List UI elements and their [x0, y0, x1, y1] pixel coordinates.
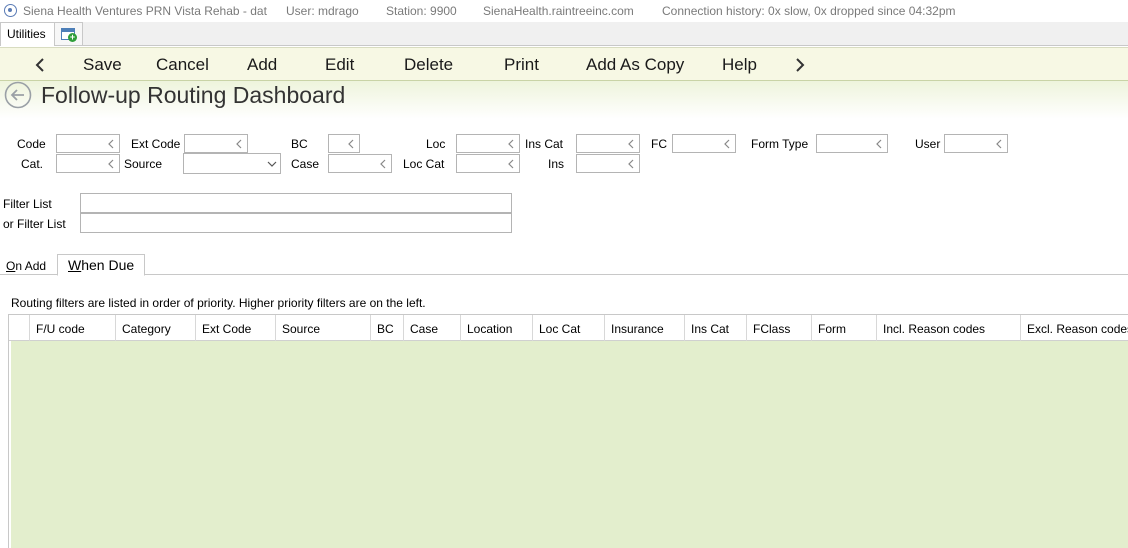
filter-list-label: Filter List: [3, 197, 52, 211]
chevron-left-icon: [626, 158, 636, 170]
cancel-button[interactable]: Cancel: [156, 55, 209, 75]
tab-when-due-label: hen Due: [81, 257, 135, 273]
or-filter-list-field[interactable]: [80, 213, 512, 233]
column-header-loc-cat[interactable]: Loc Cat: [532, 315, 604, 341]
tab-when-due[interactable]: When Due: [57, 254, 145, 276]
plus-icon: +: [68, 32, 77, 42]
column-header-fu-code[interactable]: F/U code: [29, 315, 115, 341]
print-button[interactable]: Print: [504, 55, 539, 75]
loc-cat-field[interactable]: [456, 154, 520, 173]
tab-on-add[interactable]: On Add: [0, 256, 52, 276]
column-header-location[interactable]: Location: [460, 315, 532, 341]
save-button[interactable]: Save: [83, 55, 122, 75]
loc-cat-label: Loc Cat: [403, 157, 445, 171]
page-header: Follow-up Routing Dashboard: [0, 81, 1128, 119]
column-header-ext-code[interactable]: Ext Code: [195, 315, 275, 341]
tab-on-add-mnemonic: O: [6, 259, 16, 273]
app-icon: [4, 4, 17, 17]
loc-label: Loc: [426, 137, 446, 151]
column-header-excl-reason-codes[interactable]: Excl. Reason codes: [1020, 315, 1128, 341]
bc-field[interactable]: [328, 134, 360, 153]
chevron-left-icon: [106, 158, 116, 170]
ins-cat-field[interactable]: [576, 134, 640, 153]
loc-field[interactable]: [456, 134, 520, 153]
grid-body[interactable]: [11, 341, 1128, 548]
or-filter-list-label: or Filter List: [3, 217, 66, 231]
code-label: Code: [17, 137, 46, 151]
ins-field[interactable]: [576, 154, 640, 173]
column-header-case[interactable]: Case: [403, 315, 460, 341]
edit-button[interactable]: Edit: [325, 55, 354, 75]
title-bar: Siena Health Ventures PRN Vista Rehab - …: [0, 0, 1128, 22]
tab-on-add-label: n Add: [15, 259, 47, 273]
tab-utilities[interactable]: Utilities: [0, 22, 55, 46]
form-type-field[interactable]: [816, 134, 888, 153]
user-info: User: mdrago: [286, 4, 359, 18]
tab-when-due-mnemonic: W: [68, 257, 82, 273]
priority-hint: Routing filters are listed in order of p…: [11, 296, 426, 310]
ext-code-field[interactable]: [184, 134, 248, 153]
chevron-left-icon: [506, 138, 516, 150]
user-label: User: [915, 137, 941, 151]
chevron-right-icon[interactable]: [792, 57, 808, 73]
station-info: Station: 9900: [386, 4, 457, 18]
column-header-bc[interactable]: BC: [370, 315, 403, 341]
case-label: Case: [291, 157, 320, 171]
grid-header: F/U code Category Ext Code Source BC Cas…: [9, 315, 1128, 341]
source-select[interactable]: [183, 153, 281, 174]
back-arrow-icon[interactable]: [4, 81, 32, 109]
bc-label: BC: [291, 137, 308, 151]
column-header-category[interactable]: Category: [115, 315, 195, 341]
connection-history: Connection history: 0x slow, 0x dropped …: [662, 4, 956, 18]
toolbar: Save Cancel Add Edit Delete Print Add As…: [0, 47, 1128, 81]
routing-tabs: On Add When Due: [0, 254, 1128, 276]
ext-code-label: Ext Code: [131, 137, 181, 151]
chevron-left-icon: [506, 158, 516, 170]
ins-cat-label: Ins Cat: [525, 137, 564, 151]
filter-list-field[interactable]: [80, 193, 512, 213]
delete-button[interactable]: Delete: [404, 55, 453, 75]
help-button[interactable]: Help: [722, 55, 757, 75]
host-info: SienaHealth.raintreeinc.com: [483, 4, 634, 18]
column-header-source[interactable]: Source: [275, 315, 370, 341]
chevron-left-icon: [626, 138, 636, 150]
column-header-insurance[interactable]: Insurance: [604, 315, 684, 341]
window-tab-strip: Utilities +: [0, 22, 1128, 46]
column-header-form[interactable]: Form: [811, 315, 876, 341]
source-label: Source: [124, 157, 163, 171]
routing-filters-grid[interactable]: F/U code Category Ext Code Source BC Cas…: [8, 314, 1128, 548]
chevron-left-icon[interactable]: [32, 57, 48, 73]
form-type-label: Form Type: [751, 137, 809, 151]
case-field[interactable]: [328, 154, 392, 173]
fc-label: FC: [651, 137, 667, 151]
chevron-left-icon: [722, 138, 732, 150]
ins-label: Ins: [548, 157, 565, 171]
user-field[interactable]: [944, 134, 1008, 153]
column-header-incl-reason-codes[interactable]: Incl. Reason codes: [876, 315, 1020, 341]
chevron-left-icon: [994, 138, 1004, 150]
chevron-left-icon: [378, 158, 388, 170]
app-title: Siena Health Ventures PRN Vista Rehab - …: [23, 4, 267, 18]
chevron-down-icon: [267, 158, 277, 170]
chevron-left-icon: [106, 138, 116, 150]
page-title: Follow-up Routing Dashboard: [41, 82, 346, 108]
fc-field[interactable]: [672, 134, 736, 153]
code-field[interactable]: [56, 134, 120, 153]
cat-field[interactable]: [56, 154, 120, 173]
new-window-button[interactable]: +: [55, 22, 83, 46]
chevron-left-icon: [874, 138, 884, 150]
column-header-ins-cat[interactable]: Ins Cat: [684, 315, 746, 341]
cat-label: Cat.: [21, 157, 44, 171]
add-as-copy-button[interactable]: Add As Copy: [586, 55, 684, 75]
column-header-fclass[interactable]: FClass: [746, 315, 811, 341]
add-button[interactable]: Add: [247, 55, 277, 75]
chevron-left-icon: [346, 138, 356, 150]
chevron-left-icon: [234, 138, 244, 150]
